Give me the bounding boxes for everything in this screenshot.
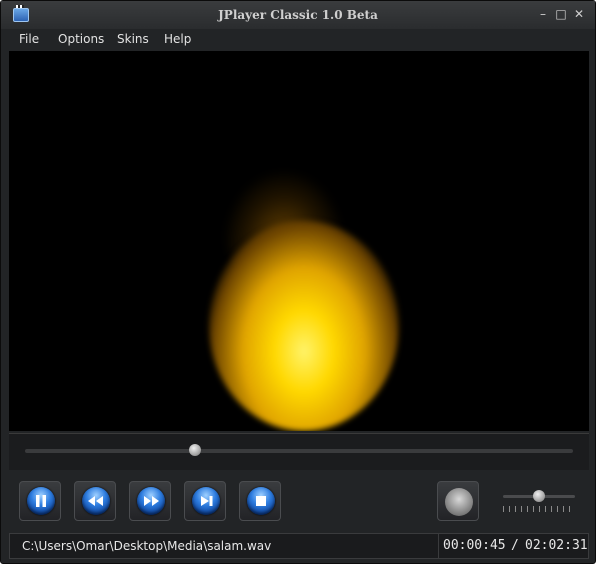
fast-forward-icon <box>144 496 159 506</box>
menu-options[interactable]: Options <box>58 32 104 46</box>
visualization-flame <box>209 221 399 431</box>
window-title: JPlayer Classic 1.0 Beta <box>218 8 378 22</box>
minimize-icon[interactable]: – <box>535 7 551 21</box>
menu-bar: File Options Skins Help <box>1 29 595 49</box>
current-time: 00:00:45 <box>443 538 506 553</box>
next-button[interactable] <box>184 481 226 521</box>
mute-button[interactable] <box>437 481 479 521</box>
time-separator: / <box>511 538 519 553</box>
status-divider <box>438 534 439 558</box>
stop-icon <box>256 496 266 506</box>
stop-button[interactable] <box>239 481 281 521</box>
jplayer-window: JPlayer Classic 1.0 Beta – □ ✕ File Opti… <box>0 0 596 564</box>
close-icon[interactable]: ✕ <box>571 7 587 21</box>
file-path: C:\Users\Omar\Desktop\Media\salam.wav <box>22 539 272 553</box>
pause-icon <box>36 495 46 507</box>
skip-next-icon <box>201 496 213 506</box>
volume-slider[interactable] <box>503 490 575 502</box>
status-bar: C:\Users\Omar\Desktop\Media\salam.wav 00… <box>9 533 589 559</box>
fast-forward-button[interactable] <box>129 481 171 521</box>
video-display[interactable] <box>9 51 589 431</box>
title-bar[interactable]: JPlayer Classic 1.0 Beta – □ ✕ <box>1 1 595 29</box>
rewind-button[interactable] <box>74 481 116 521</box>
menu-file[interactable]: File <box>19 32 39 46</box>
seek-slider[interactable] <box>25 444 573 456</box>
volume-slider-thumb[interactable] <box>533 490 545 502</box>
seek-bar-panel <box>9 433 589 470</box>
seek-slider-thumb[interactable] <box>188 444 201 456</box>
speaker-icon <box>445 488 473 516</box>
rewind-icon <box>88 496 103 506</box>
volume-ticks <box>503 506 575 512</box>
menu-skins[interactable]: Skins <box>117 32 149 46</box>
total-time: 02:02:31 <box>525 538 588 553</box>
maximize-icon[interactable]: □ <box>553 7 569 21</box>
menu-help[interactable]: Help <box>164 32 191 46</box>
pause-button[interactable] <box>19 481 61 521</box>
